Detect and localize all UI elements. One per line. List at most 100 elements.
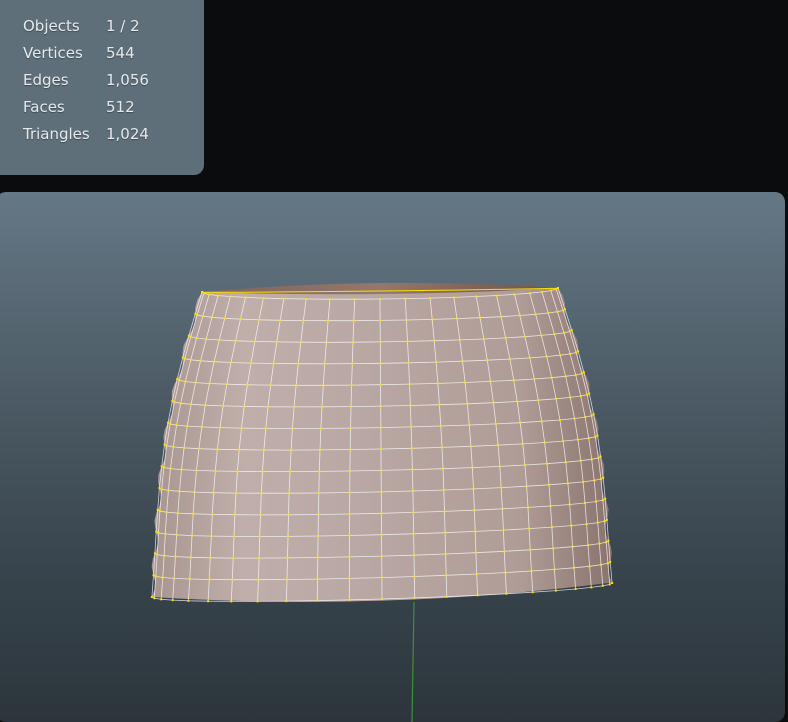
- mesh-vertex[interactable]: [479, 316, 482, 319]
- mesh-object[interactable]: [150, 282, 614, 603]
- mesh-vertex[interactable]: [559, 354, 562, 357]
- mesh-vertex[interactable]: [607, 539, 610, 542]
- mesh-vertex[interactable]: [352, 319, 355, 322]
- mesh-vertex[interactable]: [550, 526, 553, 529]
- mesh-vertex[interactable]: [582, 480, 585, 483]
- mesh-vertex[interactable]: [297, 362, 300, 365]
- mesh-vertex[interactable]: [564, 375, 567, 378]
- mesh-vertex[interactable]: [474, 551, 477, 554]
- mesh-vertex[interactable]: [285, 600, 288, 603]
- mesh-vertex[interactable]: [153, 597, 156, 600]
- mesh-vertex[interactable]: [530, 570, 533, 572]
- mesh-vertex[interactable]: [156, 508, 159, 511]
- mesh-vertex[interactable]: [533, 378, 536, 380]
- mesh-vertex[interactable]: [379, 383, 382, 386]
- mesh-vertex[interactable]: [165, 511, 168, 514]
- mesh-vertex[interactable]: [413, 596, 416, 599]
- mesh-vertex[interactable]: [585, 523, 588, 526]
- mesh-vertex[interactable]: [176, 378, 179, 381]
- mesh-vertex[interactable]: [557, 287, 559, 289]
- mesh-vertex[interactable]: [261, 470, 264, 473]
- mesh-vertex[interactable]: [187, 334, 190, 337]
- mesh-vertex[interactable]: [513, 293, 516, 296]
- mesh-vertex[interactable]: [171, 399, 174, 402]
- mesh-vertex[interactable]: [531, 591, 534, 594]
- mesh-vertex[interactable]: [380, 512, 383, 515]
- mesh-vertex[interactable]: [555, 288, 558, 291]
- mesh-vertex[interactable]: [291, 427, 294, 430]
- mesh-vertex[interactable]: [379, 426, 382, 429]
- mesh-vertex[interactable]: [473, 509, 476, 512]
- mesh-vertex[interactable]: [305, 298, 308, 300]
- mesh-vertex[interactable]: [349, 427, 352, 430]
- mesh-vertex[interactable]: [243, 405, 246, 408]
- mesh-vertex[interactable]: [442, 489, 445, 491]
- mesh-vertex[interactable]: [468, 424, 471, 426]
- mesh-vertex[interactable]: [167, 421, 169, 424]
- mesh-vertex[interactable]: [442, 467, 444, 470]
- mesh-vertex[interactable]: [208, 293, 211, 296]
- mesh-vertex[interactable]: [605, 518, 608, 521]
- mesh-vertex[interactable]: [504, 336, 507, 339]
- mesh-vertex[interactable]: [606, 562, 609, 565]
- mesh-vertex[interactable]: [562, 331, 565, 334]
- 3d-viewport[interactable]: [0, 192, 785, 722]
- mesh-vertex[interactable]: [573, 417, 576, 420]
- mesh-vertex[interactable]: [201, 291, 203, 293]
- mesh-vertex[interactable]: [163, 554, 166, 557]
- mesh-vertex[interactable]: [570, 524, 573, 527]
- mesh-vertex[interactable]: [601, 584, 604, 587]
- mesh-vertex[interactable]: [180, 468, 183, 471]
- mesh-vertex[interactable]: [611, 582, 614, 584]
- mesh-vertex[interactable]: [516, 400, 519, 403]
- mesh-vertex[interactable]: [260, 492, 263, 495]
- mesh-vertex[interactable]: [494, 422, 497, 425]
- mesh-vertex[interactable]: [173, 577, 176, 580]
- mesh-vertex[interactable]: [380, 469, 383, 472]
- mesh-vertex[interactable]: [433, 339, 436, 342]
- mesh-vertex[interactable]: [186, 425, 189, 428]
- mesh-vertex[interactable]: [381, 598, 383, 600]
- mesh-vertex[interactable]: [501, 507, 504, 510]
- mesh-vertex[interactable]: [540, 420, 543, 423]
- mesh-vertex[interactable]: [316, 599, 319, 602]
- mesh-vertex[interactable]: [525, 485, 528, 488]
- mesh-vertex[interactable]: [464, 381, 467, 384]
- mesh-vertex[interactable]: [169, 467, 172, 470]
- mesh-vertex[interactable]: [595, 500, 598, 503]
- mesh-vertex[interactable]: [566, 482, 569, 485]
- mesh-vertex[interactable]: [527, 506, 529, 509]
- mesh-vertex[interactable]: [458, 338, 461, 341]
- mesh-vertex[interactable]: [546, 462, 548, 465]
- mesh-vertex[interactable]: [540, 334, 543, 337]
- mesh-vertex[interactable]: [445, 595, 448, 598]
- mesh-vertex[interactable]: [504, 571, 507, 574]
- mesh-vertex[interactable]: [262, 297, 265, 300]
- mesh-vertex[interactable]: [410, 447, 413, 450]
- mesh-vertex[interactable]: [293, 405, 296, 408]
- mesh-vertex[interactable]: [217, 294, 220, 297]
- mesh-vertex[interactable]: [438, 403, 441, 406]
- mesh-vertex[interactable]: [461, 360, 464, 363]
- mesh-vertex[interactable]: [348, 598, 351, 601]
- mesh-vertex[interactable]: [154, 575, 157, 578]
- mesh-vertex[interactable]: [195, 469, 198, 472]
- mesh-vertex[interactable]: [295, 384, 298, 387]
- mesh-vertex[interactable]: [240, 427, 243, 430]
- mesh-vertex[interactable]: [175, 424, 178, 427]
- mesh-vertex[interactable]: [328, 298, 331, 301]
- mesh-vertex[interactable]: [231, 578, 234, 581]
- mesh-vertex[interactable]: [232, 557, 235, 560]
- mesh-vertex[interactable]: [202, 292, 205, 295]
- mesh-vertex[interactable]: [563, 308, 566, 311]
- mesh-vertex[interactable]: [197, 447, 200, 450]
- mesh-vertex[interactable]: [476, 594, 479, 597]
- mesh-vertex[interactable]: [519, 421, 522, 424]
- mesh-vertex[interactable]: [316, 578, 319, 581]
- mesh-vertex[interactable]: [500, 315, 503, 318]
- mesh-vertex[interactable]: [471, 466, 474, 469]
- mesh-vertex[interactable]: [410, 425, 413, 428]
- mesh-vertex[interactable]: [590, 414, 593, 417]
- mesh-vertex[interactable]: [380, 555, 383, 558]
- mesh-vertex[interactable]: [569, 396, 572, 399]
